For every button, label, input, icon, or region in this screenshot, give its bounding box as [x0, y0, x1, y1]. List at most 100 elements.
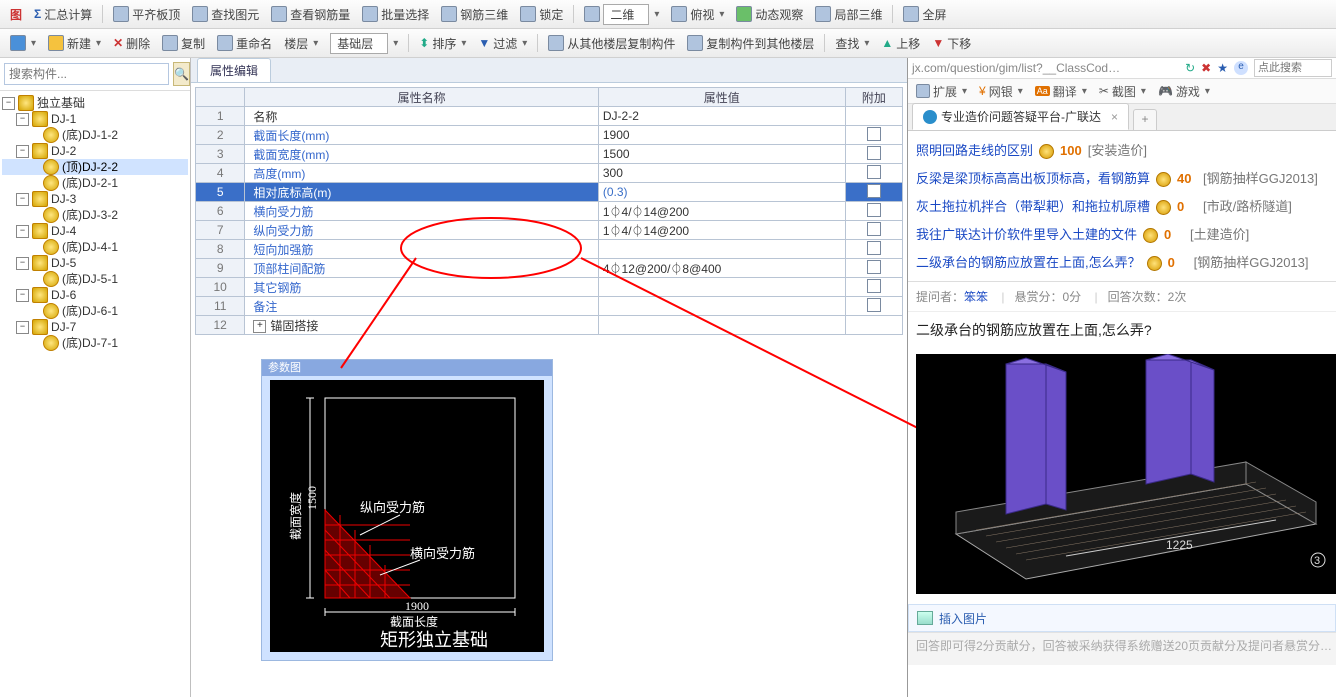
- diagram-title: 参数图: [262, 360, 552, 376]
- tree-node[interactable]: (底)DJ-4-1: [2, 239, 188, 255]
- browser-pane: jx.com/question/gim/list?__ClassCod… ↻ ✖…: [907, 58, 1336, 697]
- stop-icon[interactable]: ✖: [1201, 61, 1211, 75]
- asker-link[interactable]: 笨笨: [964, 290, 988, 304]
- toolbar-top: 图 Σ汇总计算 平齐板顶 查找图元 查看钢筋量 批量选择 钢筋三维 锁定 二维▾…: [0, 0, 1336, 29]
- view-mode-select[interactable]: 二维▾: [580, 2, 663, 27]
- property-row[interactable]: 4高度(mm)300: [196, 164, 903, 183]
- btn-find[interactable]: 查找▾: [831, 33, 873, 54]
- property-row[interactable]: 1名称DJ-2-2: [196, 107, 903, 126]
- insert-image-bar[interactable]: 插入图片: [908, 604, 1336, 632]
- tree-node[interactable]: (底)DJ-3-2: [2, 207, 188, 223]
- image-icon: [917, 611, 933, 625]
- question-title: 二级承台的钢筋应放置在上面,怎么弄?: [908, 312, 1336, 348]
- close-tab-icon[interactable]: ×: [1111, 110, 1118, 124]
- property-row[interactable]: 3截面宽度(mm)1500: [196, 145, 903, 164]
- btn-sort[interactable]: ⬍排序▾: [415, 33, 470, 54]
- tree-node[interactable]: (底)DJ-7-1: [2, 335, 188, 351]
- tree-node[interactable]: (底)DJ-6-1: [2, 303, 188, 319]
- property-row[interactable]: 12+锚固搭接: [196, 316, 903, 335]
- search-button[interactable]: 🔍: [173, 62, 190, 86]
- btn-lock[interactable]: 锁定: [516, 4, 567, 25]
- property-pane: 属性编辑 属性名称属性值附加 1名称DJ-2-22截面长度(mm)19003截面…: [191, 58, 907, 697]
- btn-ortho[interactable]: 俯视▾: [667, 4, 728, 25]
- btn-copyfrom[interactable]: 从其他楼层复制构件: [544, 33, 679, 54]
- property-table: 属性名称属性值附加 1名称DJ-2-22截面长度(mm)19003截面宽度(mm…: [195, 87, 903, 335]
- tree-node[interactable]: −DJ-1: [2, 111, 188, 127]
- qa-item[interactable]: 灰土拖拉机拌合（带犁耙）和拖拉机原槽0[市政/路桥隧道]: [916, 193, 1328, 221]
- tree-node[interactable]: −DJ-5: [2, 255, 188, 271]
- tree-node[interactable]: (底)DJ-2-1: [2, 175, 188, 191]
- search-input[interactable]: [4, 63, 169, 85]
- fav-icon[interactable]: ★: [1217, 61, 1228, 75]
- property-row[interactable]: 5相对底标高(m)(0.3): [196, 183, 903, 202]
- url-text: jx.com/question/gim/list?__ClassCod…: [912, 61, 1120, 75]
- toolbar-second: ▾ 新建▾ ✕删除 复制 重命名 楼层▾ 基础层▾ ⬍排序▾ ▼过滤▾ 从其他楼…: [0, 29, 1336, 58]
- extension-bar: 扩展▾ ¥网银▾ Aa翻译▾ ✂截图▾ 🎮游戏▾: [908, 79, 1336, 104]
- btn-rebar[interactable]: 查看钢筋量: [267, 4, 354, 25]
- btn-r3d[interactable]: 钢筋三维: [437, 4, 512, 25]
- ext-bank[interactable]: ¥网银▾: [979, 83, 1023, 100]
- btn-new[interactable]: 新建▾: [44, 33, 105, 54]
- svg-text:3: 3: [1314, 555, 1320, 567]
- qa-item[interactable]: 我往广联达计价软件里导入土建的文件0[土建造价]: [916, 221, 1328, 249]
- btn-full[interactable]: 全屏: [899, 4, 950, 25]
- tree-node[interactable]: −DJ-2: [2, 143, 188, 159]
- btn-up[interactable]: ▲上移: [877, 33, 924, 54]
- btn-sigma[interactable]: 图: [6, 4, 26, 25]
- tree-node[interactable]: (底)DJ-5-1: [2, 271, 188, 287]
- answer-hint: 回答即可得2分贡献分，回答被采纳获得系统赠送20页贡献分及提问者悬赏分…: [908, 632, 1336, 665]
- tree-node[interactable]: −DJ-7: [2, 319, 188, 335]
- property-row[interactable]: 2截面长度(mm)1900: [196, 126, 903, 145]
- ext-screenshot[interactable]: ✂截图▾: [1099, 83, 1146, 100]
- property-row[interactable]: 6横向受力筋1⏀4/⏀14@200: [196, 202, 903, 221]
- btn-sum[interactable]: Σ汇总计算: [30, 4, 96, 25]
- btn-del[interactable]: ✕删除: [109, 33, 154, 54]
- qa-item[interactable]: 反梁是梁顶标高高出板顶标高，看钢筋算40[钢筋抽样GGJ2013]: [916, 165, 1328, 193]
- browser-tab[interactable]: 专业造价问题答疑平台-广联达 ×: [912, 103, 1129, 130]
- btn-flat[interactable]: 平齐板顶: [109, 4, 184, 25]
- col-add: 附加: [845, 88, 902, 107]
- ext-translate[interactable]: Aa翻译▾: [1035, 83, 1087, 100]
- property-row[interactable]: 11备注: [196, 297, 903, 316]
- tree-node[interactable]: −DJ-6: [2, 287, 188, 303]
- btn-down[interactable]: ▼下移: [928, 33, 975, 54]
- svg-text:1225: 1225: [1166, 538, 1193, 552]
- question-meta: 提问者：笨笨 |悬赏分：0分 |回答次数：2次: [908, 282, 1336, 312]
- btn-cube[interactable]: ▾: [6, 33, 40, 53]
- quick-search[interactable]: [1254, 59, 1332, 77]
- ie-icon[interactable]: e: [1234, 61, 1248, 75]
- tab-property-edit[interactable]: 属性编辑: [197, 58, 271, 82]
- btn-dyn[interactable]: 动态观察: [732, 4, 807, 25]
- property-row[interactable]: 10其它钢筋: [196, 278, 903, 297]
- property-row[interactable]: 9顶部柱间配筋4⏀12@200/⏀8@400: [196, 259, 903, 278]
- floor-select[interactable]: 楼层▾: [280, 33, 322, 54]
- btn-ren[interactable]: 重命名: [213, 33, 276, 54]
- layer-select[interactable]: 基础层▾: [326, 31, 402, 56]
- site-icon: [923, 110, 937, 124]
- svg-text:纵向受力筋: 纵向受力筋: [360, 500, 425, 515]
- tree-node[interactable]: −独立基础: [2, 95, 188, 111]
- property-row[interactable]: 8短向加强筋: [196, 240, 903, 259]
- btn-local3d[interactable]: 局部三维: [811, 4, 886, 25]
- tree-node[interactable]: (顶)DJ-2-2: [2, 159, 188, 175]
- new-tab-button[interactable]: +: [1133, 109, 1157, 130]
- refresh-icon[interactable]: ↻: [1185, 61, 1195, 75]
- ext-extensions[interactable]: 扩展▾: [916, 83, 967, 100]
- ext-game[interactable]: 🎮游戏▾: [1158, 83, 1210, 100]
- qa-item[interactable]: 照明回路走线的区别100[安装造价]: [916, 137, 1328, 165]
- tree-node[interactable]: −DJ-4: [2, 223, 188, 239]
- btn-batch[interactable]: 批量选择: [358, 4, 433, 25]
- btn-filter[interactable]: ▼过滤▾: [474, 33, 531, 54]
- component-tree[interactable]: −独立基础−DJ-1(底)DJ-1-2−DJ-2(顶)DJ-2-2(底)DJ-2…: [0, 91, 190, 697]
- parameter-diagram: 参数图 截面宽度 1500 1900 截面长度 纵向受力筋 横向受力筋 矩形独立…: [261, 359, 553, 661]
- tree-node[interactable]: (底)DJ-1-2: [2, 127, 188, 143]
- btn-copyto[interactable]: 复制构件到其他楼层: [683, 33, 818, 54]
- property-row[interactable]: 7纵向受力筋1⏀4/⏀14@200: [196, 221, 903, 240]
- btn-findel[interactable]: 查找图元: [188, 4, 263, 25]
- qa-item[interactable]: 二级承台的钢筋应放置在上面,怎么弄？0[钢筋抽样GGJ2013]: [916, 249, 1328, 277]
- tree-node[interactable]: −DJ-3: [2, 191, 188, 207]
- svg-text:1500: 1500: [305, 486, 319, 510]
- btn-copy[interactable]: 复制: [158, 33, 209, 54]
- svg-text:截面长度: 截面长度: [390, 614, 438, 629]
- col-val: 属性值: [598, 88, 845, 107]
